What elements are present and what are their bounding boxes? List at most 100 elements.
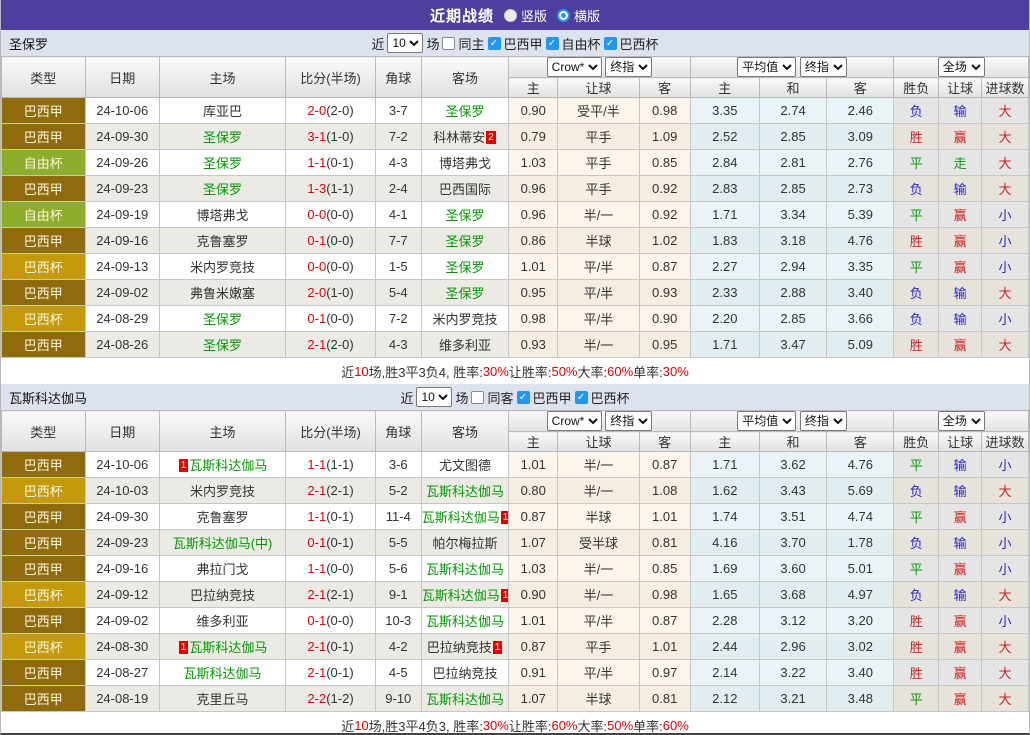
odds-away: 0.87 — [639, 452, 690, 478]
corner-score: 4-1 — [375, 202, 421, 228]
odds-provider-select[interactable]: Crow* — [547, 57, 602, 77]
match-type-badge: 巴西甲 — [2, 280, 86, 306]
league-checkbox-0[interactable]: ✓ — [488, 37, 501, 50]
matches-table: 类型日期主场比分(半场)角球客场Crow* 终指平均值 终指全场主让球客主和客胜… — [1, 410, 1029, 712]
odds-stage-select[interactable]: 终指 — [605, 411, 652, 431]
away-team-name: 巴拉纳竞技 — [427, 640, 492, 655]
avg-provider-select[interactable]: 平均值 — [737, 411, 796, 431]
odds-handicap: 平/半 — [558, 608, 640, 634]
result-text: 小 — [998, 510, 1011, 525]
summary-part: 60% — [663, 718, 689, 733]
avg-draw: 3.68 — [759, 582, 826, 608]
league-label-1: 巴西杯 — [591, 388, 630, 407]
away-team-name: 圣保罗 — [446, 208, 485, 223]
avg-provider-select[interactable]: 平均值 — [737, 57, 796, 77]
avg-home: 2.33 — [690, 280, 759, 306]
avg-away: 2.73 — [827, 176, 894, 202]
result-text: 输 — [954, 104, 967, 119]
odds-away: 1.02 — [639, 228, 690, 254]
league-checkbox-1[interactable]: ✓ — [546, 37, 559, 50]
avg-home: 3.35 — [690, 98, 759, 124]
same-venue-checkbox[interactable] — [442, 37, 455, 50]
home-team: 瓦斯科达伽马 — [159, 660, 285, 686]
avg-draw: 2.94 — [759, 254, 826, 280]
result-goals: 大 — [982, 98, 1029, 124]
result-text: 赢 — [954, 234, 967, 249]
col-result: 胜负 — [894, 432, 939, 452]
match-date: 24-09-02 — [85, 280, 159, 306]
half-time-score: (0-1) — [326, 509, 353, 524]
match-score: 0-1(0-1) — [286, 530, 376, 556]
odds-provider-select[interactable]: Crow* — [547, 411, 602, 431]
result-text: 赢 — [954, 614, 967, 629]
away-team-name: 圣保罗 — [446, 104, 485, 119]
away-team-name: 巴西国际 — [439, 182, 491, 197]
result-text: 大 — [998, 484, 1011, 499]
match-type-badge: 巴西甲 — [2, 228, 86, 254]
layout-radio-horizontal[interactable]: 横版 — [557, 6, 600, 25]
away-team: 巴拉纳竞技1 — [421, 634, 509, 660]
avg-stage-select[interactable]: 终指 — [800, 57, 847, 77]
result-goals: 大 — [982, 150, 1029, 176]
match-score: 2-1(2-0) — [286, 332, 376, 358]
avg-draw: 3.12 — [759, 608, 826, 634]
home-team: 瓦斯科达伽马(中) — [159, 530, 285, 556]
result-goals: 大 — [982, 478, 1029, 504]
result-handicap: 输 — [939, 452, 982, 478]
result-text: 大 — [998, 130, 1011, 145]
scope-select[interactable]: 全场 — [938, 57, 985, 77]
result-outcome: 胜 — [894, 124, 939, 150]
league-checkbox-2[interactable]: ✓ — [604, 37, 617, 50]
avg-draw: 3.51 — [759, 504, 826, 530]
away-team-name: 科林蒂安 — [433, 130, 485, 145]
corner-score: 1-5 — [375, 254, 421, 280]
full-time-score: 2-2 — [307, 691, 326, 706]
odds-home: 0.87 — [509, 634, 558, 660]
avg-home: 2.44 — [690, 634, 759, 660]
match-type-badge: 巴西甲 — [2, 98, 86, 124]
match-score: 2-1(0-1) — [286, 660, 376, 686]
match-row: 巴西杯24-10-03米内罗竞技2-1(2-1)5-2瓦斯科达伽马0.80半/一… — [2, 478, 1029, 504]
half-time-score: (0-0) — [326, 259, 353, 274]
match-score: 2-1(0-1) — [286, 634, 376, 660]
layout-radio-vertical[interactable]: 竖版 — [504, 6, 547, 25]
match-date: 24-09-30 — [85, 504, 159, 530]
result-goals: 小 — [982, 202, 1029, 228]
recent-count-select[interactable]: 10 — [387, 33, 423, 53]
avg-draw: 3.22 — [759, 660, 826, 686]
col-avg-away: 客 — [827, 78, 894, 98]
result-text: 负 — [910, 286, 923, 301]
full-time-score: 1-1 — [307, 509, 326, 524]
avg-draw: 2.85 — [759, 124, 826, 150]
odds-home: 1.03 — [509, 556, 558, 582]
odds-provider-group: Crow* 终指 — [509, 411, 690, 432]
avg-draw: 3.70 — [759, 530, 826, 556]
scope-select[interactable]: 全场 — [938, 411, 985, 431]
league-checkbox-0[interactable]: ✓ — [517, 391, 530, 404]
away-team: 尤文图德 — [421, 452, 509, 478]
home-team-name: 巴拉纳竞技 — [190, 588, 255, 603]
same-venue-checkbox[interactable] — [471, 391, 484, 404]
half-time-score: (2-0) — [326, 337, 353, 352]
result-text: 大 — [998, 338, 1011, 353]
odds-handicap: 半/一 — [558, 202, 640, 228]
result-text: 平 — [910, 692, 923, 707]
match-type-badge: 巴西甲 — [2, 608, 86, 634]
summary-part: 场,胜3平4负3, 胜率: — [369, 716, 483, 735]
col-odds-handicap: 让球 — [558, 78, 640, 98]
result-goals: 大 — [982, 634, 1029, 660]
avg-home: 1.69 — [690, 556, 759, 582]
avg-stage-select[interactable]: 终指 — [800, 411, 847, 431]
recent-count-select[interactable]: 10 — [416, 387, 452, 407]
result-text: 小 — [998, 312, 1011, 327]
result-handicap: 输 — [939, 478, 982, 504]
match-score: 2-1(2-1) — [286, 478, 376, 504]
avg-away: 3.66 — [827, 306, 894, 332]
odds-stage-select[interactable]: 终指 — [605, 57, 652, 77]
odds-home: 0.90 — [509, 98, 558, 124]
league-checkbox-1[interactable]: ✓ — [575, 391, 588, 404]
odds-handicap: 平/半 — [558, 254, 640, 280]
result-handicap: 输 — [939, 280, 982, 306]
result-outcome: 平 — [894, 150, 939, 176]
full-time-score: 0-1 — [307, 535, 326, 550]
